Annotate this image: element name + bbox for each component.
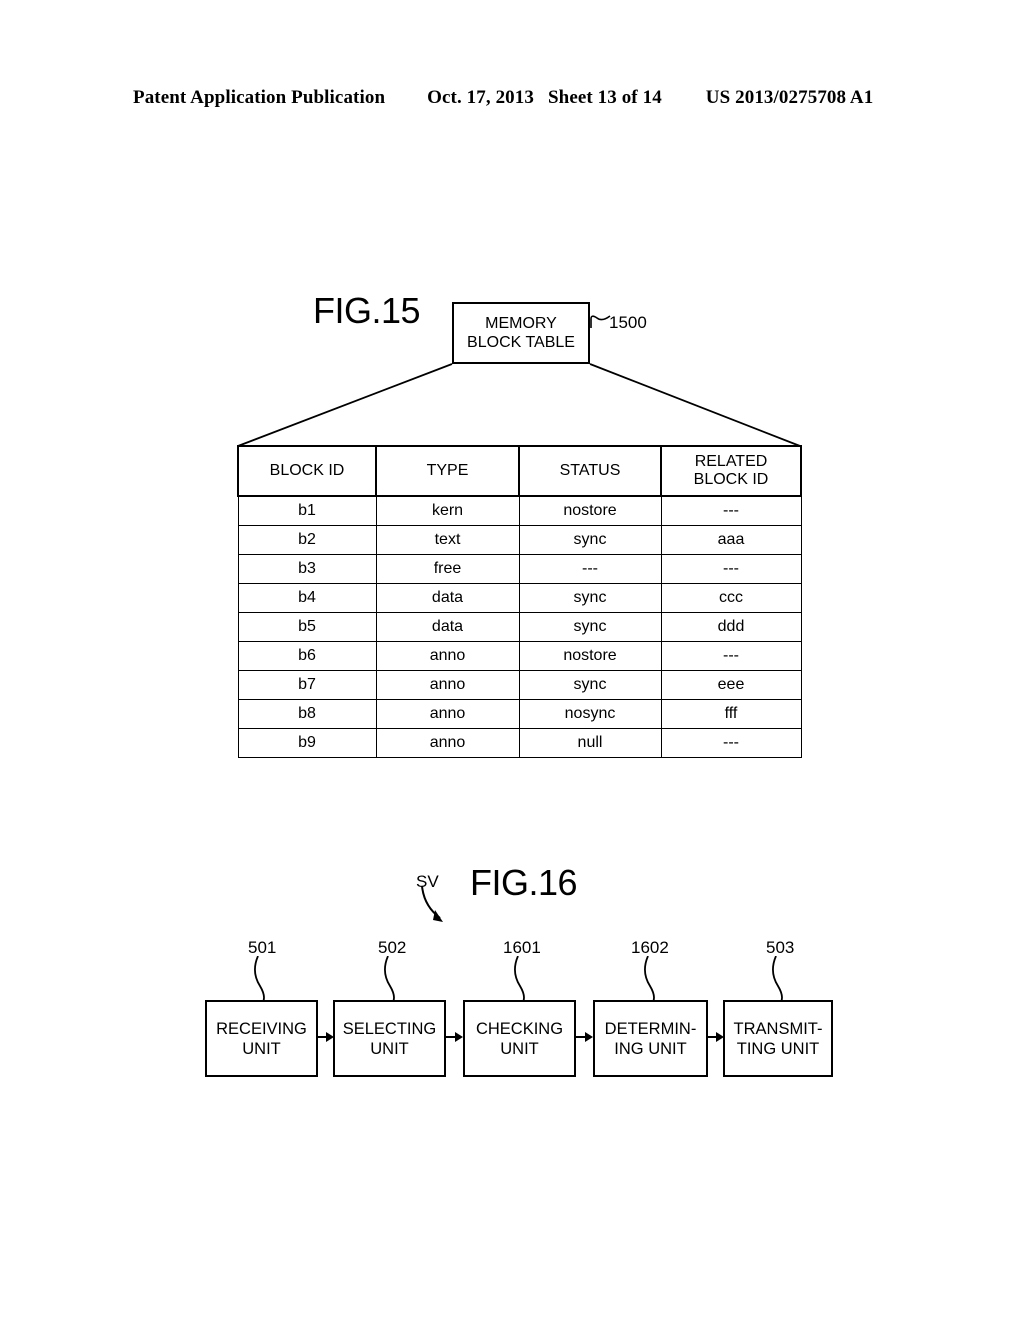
cell-related-block-id: ddd — [660, 612, 802, 642]
connector-arrow-icon — [576, 1032, 593, 1042]
reference-numeral-503: 503 — [766, 938, 795, 957]
cell-related-block-id: --- — [660, 554, 802, 584]
header-publication-text: Patent Application Publication — [133, 87, 386, 108]
cell-block-id: b7 — [237, 670, 377, 700]
figure-15-label: FIG.15 — [313, 290, 421, 331]
table-row: b2 text sync aaa — [237, 525, 802, 555]
cell-block-id: b6 — [237, 641, 377, 671]
cell-related-block-id: fff — [660, 699, 802, 729]
table-row: b3 free --- --- — [237, 554, 802, 584]
cell-related-block-id: --- — [660, 495, 802, 526]
memory-block-table-title-line2: BLOCK TABLE — [467, 334, 575, 351]
cell-type: data — [375, 583, 520, 613]
table-row: b5 data sync ddd — [237, 612, 802, 642]
table-row: b7 anno sync eee — [237, 670, 802, 700]
header-sheet-text: Sheet 13 of 14 — [547, 87, 662, 108]
memory-block-table: BLOCK ID TYPE STATUS RELATED BLOCK ID b1… — [237, 445, 802, 758]
table-header-row: BLOCK ID TYPE STATUS RELATED BLOCK ID — [237, 445, 802, 497]
column-header-related-block-id: RELATED BLOCK ID — [660, 445, 802, 497]
cell-block-id: b2 — [237, 525, 377, 555]
cell-related-block-id: --- — [660, 641, 802, 671]
cell-block-id: b8 — [237, 699, 377, 729]
cell-status: sync — [518, 670, 662, 700]
cell-type: text — [375, 525, 520, 555]
page-header: Patent Application Publication Oct. 17, … — [133, 85, 893, 111]
figure-16-label: FIG.16 — [470, 862, 578, 903]
cell-status: sync — [518, 583, 662, 613]
leader-line-502-icon — [384, 956, 395, 1002]
cell-block-id: b1 — [237, 495, 377, 526]
cell-status: sync — [518, 612, 662, 642]
cell-block-id: b3 — [237, 554, 377, 584]
cell-type: anno — [375, 699, 520, 729]
cell-related-block-id: aaa — [660, 525, 802, 555]
cell-type: free — [375, 554, 520, 584]
memory-block-table-title-line1: MEMORY — [485, 315, 557, 332]
cell-type: anno — [375, 641, 520, 671]
header-date-text: Oct. 17, 2013 — [427, 87, 534, 108]
column-header-type: TYPE — [375, 445, 520, 497]
connector-arrow-icon — [446, 1032, 463, 1042]
block-checking-unit: CHECKING UNIT — [463, 1000, 576, 1077]
reference-numeral-1500: 1500 — [609, 313, 647, 332]
block-transmitting-unit: TRANSMIT- TING UNIT — [723, 1000, 833, 1077]
column-header-status: STATUS — [518, 445, 662, 497]
sv-pointer-arrow-icon — [421, 885, 443, 922]
table-row: b4 data sync ccc — [237, 583, 802, 613]
leader-line-1602-icon — [644, 956, 655, 1002]
column-header-block-id: BLOCK ID — [237, 445, 377, 497]
reference-numeral-1602: 1602 — [631, 938, 669, 957]
cell-type: kern — [375, 495, 520, 526]
connector-arrow-icon — [317, 1032, 334, 1042]
leader-line-1601-icon — [514, 956, 525, 1002]
cell-status: null — [518, 728, 662, 758]
cell-type: data — [375, 612, 520, 642]
cell-related-block-id: --- — [660, 728, 802, 758]
table-row: b1 kern nostore --- — [237, 495, 802, 526]
memory-block-table-title-box: MEMORY BLOCK TABLE — [452, 302, 590, 364]
block-receiving-unit: RECEIVING UNIT — [205, 1000, 318, 1077]
table-row: b9 anno null --- — [237, 728, 802, 758]
leader-line-503-icon — [772, 956, 783, 1002]
cell-type: anno — [375, 728, 520, 758]
leader-line-501-icon — [254, 956, 265, 1002]
reference-numeral-502: 502 — [378, 938, 407, 957]
cell-status: nostore — [518, 495, 662, 526]
block-determining-unit: DETERMIN- ING UNIT — [593, 1000, 708, 1077]
reference-numeral-1601: 1601 — [503, 938, 541, 957]
cell-type: anno — [375, 670, 520, 700]
cell-status: nosync — [518, 699, 662, 729]
header-patent-number: US 2013/0275708 A1 — [705, 87, 874, 108]
figure-16-block-diagram: 501 502 1601 1602 503 RECEIVING UNIT SEL… — [0, 930, 1024, 1100]
connector-arrow-icon — [707, 1032, 724, 1042]
cell-block-id: b5 — [237, 612, 377, 642]
cell-block-id: b9 — [237, 728, 377, 758]
table-row: b6 anno nostore --- — [237, 641, 802, 671]
cell-status: nostore — [518, 641, 662, 671]
cell-related-block-id: eee — [660, 670, 802, 700]
cell-status: --- — [518, 554, 662, 584]
cell-status: sync — [518, 525, 662, 555]
cell-related-block-id: ccc — [660, 583, 802, 613]
table-row: b8 anno nosync fff — [237, 699, 802, 729]
reference-numeral-501: 501 — [248, 938, 277, 957]
cell-block-id: b4 — [237, 583, 377, 613]
table-fanout-lines — [237, 363, 801, 447]
block-selecting-unit: SELECTING UNIT — [333, 1000, 446, 1077]
